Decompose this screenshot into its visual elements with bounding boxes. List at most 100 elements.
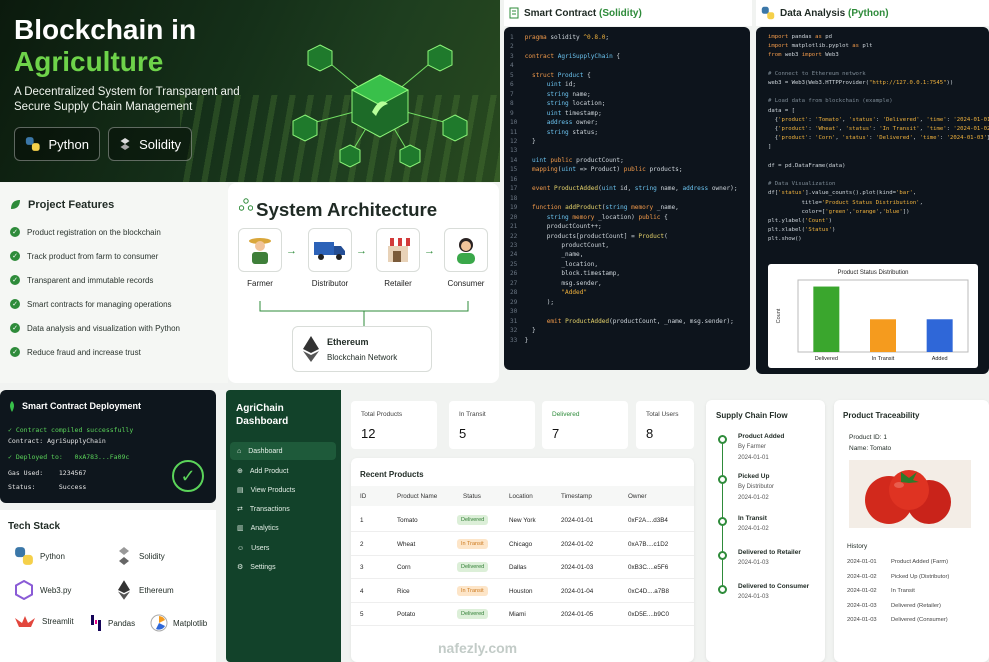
col-header-status: Status [463,493,481,500]
trace-product-name: Name: Tomato [849,445,892,452]
table-cell: 2024-01-02 [561,540,594,548]
deployment-title: Smart Contract Deployment [22,401,142,411]
solidity-header: Smart Contract (Solidity) [504,0,752,26]
stat-total-users: Total Users 8 [636,401,694,449]
ethereum-icon [118,580,130,600]
chart-tick-label: Added [932,356,948,362]
col-header-location: Location [509,493,533,500]
history-date: 2024-01-02 [847,588,877,594]
list-icon: ▤ [237,487,244,494]
status-badge: Delivered [457,562,489,572]
check-icon: ✓ [10,227,20,237]
solidity-code-editor[interactable]: 1 pragma solidity ^0.8.0; 2 3 contract A… [504,27,750,370]
status-badge: Delivered [457,609,489,619]
tech-item: Pandas [90,614,135,632]
solidity-icon [119,547,129,565]
python-icon [25,137,40,151]
table-cell: Chicago [509,540,533,548]
solidity-code: 1 pragma solidity ^0.8.0; 2 3 contract A… [510,34,738,344]
col-header-id: ID [360,493,367,500]
history-event: Product Added (Farm) [891,559,949,565]
file-code-icon [509,7,519,19]
recent-title: Recent Products [360,470,424,479]
flow-step-dot [718,517,727,526]
python-header: Data Analysis (Python) [756,0,989,26]
check-icon: ✓ [10,323,20,333]
chart-tick-label: Delivered [815,356,838,362]
table-cell: Potato [397,611,416,618]
history-date: 2024-01-03 [847,617,877,623]
solidity-icon [120,137,130,151]
chart-tick-label: In Transit [872,356,895,362]
table-cell: 2024-01-03 [561,564,594,571]
nav-dashboard[interactable]: ⌂ Dashboard [230,442,336,460]
deploy-line: ✓ Deployed to: 0xA783...Fa09c [8,453,130,461]
table-cell: 5 [360,611,364,618]
truck-icon [314,242,345,260]
status-badge: In Transit [457,538,488,549]
pandas-icon [91,615,101,631]
hero-title: Blockchain in Agriculture [14,14,197,77]
history-event: In Transit [891,588,915,594]
arrow-icon: → [356,245,367,257]
arrow-icon: → [424,245,435,257]
python-code-editor[interactable]: import pandas as pd import matplotlib.py… [756,27,989,374]
tech-stack-panel: Tech Stack Python Solidity Web3.py Ether… [0,510,216,662]
feature-item: ✓ Data analysis and visualization with Py… [10,323,180,333]
tech-item: Solidity [118,546,165,566]
architecture-title: System Architecture [256,199,438,220]
flow-step-date: 2024-01-02 [738,526,769,532]
col-header-timestamp: Timestamp [561,493,592,500]
farmer-label: Farmer [247,279,273,288]
deploy-line: ✓ Contract compiled successfully [8,426,134,434]
leaf-icon [10,401,14,412]
flow-step-date: 2024-01-02 [738,495,769,501]
nav-add-product[interactable]: ⊕ Add Product [230,462,336,480]
feature-item: ✓ Transparent and immutable records [10,275,153,285]
feature-item: ✓ Smart contracts for managing operations [10,299,172,309]
status-bar-chart: Product Status Distribution Count Delivere… [776,270,969,362]
distributor-node [308,228,352,272]
check-icon: ✓ [10,275,20,285]
nav-view-products[interactable]: ▤ View Products [230,481,336,499]
flow-step-by: By Farmer [738,444,767,450]
row-divider [351,625,694,626]
web3-icon [15,580,33,600]
blockchain-cubes-icon [292,44,468,168]
tech-item: Web3.py [14,580,71,600]
table-cell: Houston [509,587,533,595]
flow-step-title: Delivered to Consumer [738,583,810,590]
flow-step-date: 2024-01-03 [738,594,769,600]
col-header-name: Product Name [397,493,438,500]
history-event: Delivered (Consumer) [891,617,948,623]
exchange-icon: ⇄ [237,506,243,513]
check-icon: ✓ [10,251,20,261]
table-cell: Corn [397,564,411,571]
flow-step-dot [718,435,727,444]
nav-users[interactable]: ☺ Users [230,539,336,557]
nav-settings[interactable]: ⚙ Settings [230,558,336,576]
history-title: History [847,543,868,550]
chart-bar [870,319,896,352]
table-cell: 1 [360,517,364,524]
nav-analytics[interactable]: ▥ Analytics [230,519,336,537]
watermark: nafezly.com [438,640,518,656]
table-cell: 2024-01-01 [561,517,594,524]
stat-in-transit: In Transit 5 [449,401,535,449]
flow-step-title: Product Added [738,433,785,440]
nav-transactions[interactable]: ⇄ Transactions [230,500,336,518]
features-panel: Project Features ✓ Product registration o… [0,183,228,383]
tech-item: Streamlit [14,614,74,628]
table-cell: 0xF2A....d3B4 [628,517,668,524]
chart-title: Product Status Distribution [837,270,908,276]
gear-icon: ⚙ [237,564,244,571]
ethereum-title: Ethereum [327,337,369,347]
consumer-node [444,228,488,272]
retailer-label: Retailer [384,279,412,288]
row-divider [351,578,694,579]
users-icon: ☺ [237,544,245,552]
chart-icon: ▥ [237,525,244,532]
python-icon [15,547,33,565]
ethereum-icon [303,336,319,362]
farmer-icon [249,238,271,264]
